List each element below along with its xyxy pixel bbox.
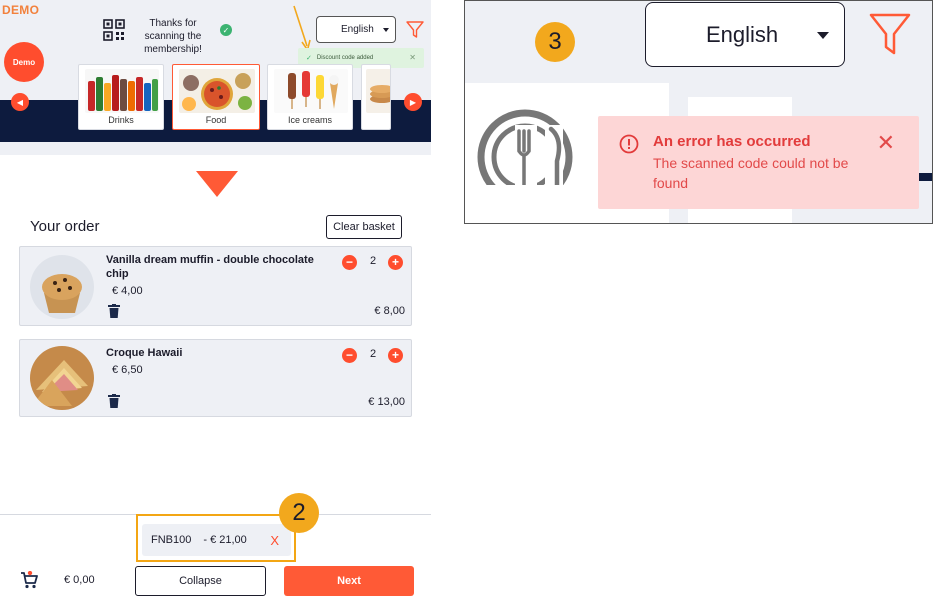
item-unit-price: € 4,00 bbox=[112, 285, 143, 297]
category-band bbox=[917, 173, 932, 181]
scroll-down-indicator bbox=[196, 171, 238, 197]
trash-icon[interactable] bbox=[108, 304, 120, 318]
clear-basket-button[interactable]: Clear basket bbox=[326, 215, 402, 239]
order-item-row: Croque Hawaii € 6,50 − 2 + € 13,00 bbox=[19, 339, 412, 417]
item-total: € 13,00 bbox=[368, 396, 405, 408]
language-select[interactable]: English bbox=[645, 2, 845, 67]
drinks-image bbox=[85, 69, 159, 113]
food-image bbox=[179, 69, 255, 113]
category-label: Ice creams bbox=[287, 115, 332, 125]
remove-coupon-button[interactable]: X bbox=[270, 533, 279, 548]
check-icon: ✓ bbox=[306, 55, 312, 62]
category-card-ice-creams[interactable]: Ice creams bbox=[267, 64, 353, 130]
step-badge-3: 3 bbox=[535, 22, 575, 62]
ice-creams-image bbox=[274, 69, 348, 113]
item-quantity: 2 bbox=[369, 348, 377, 360]
item-quantity: 2 bbox=[369, 255, 377, 267]
error-icon bbox=[619, 134, 639, 154]
category-card-food[interactable]: Food bbox=[172, 64, 260, 130]
language-select-value: English bbox=[341, 24, 374, 35]
close-icon[interactable]: ✕ bbox=[877, 132, 895, 154]
decrease-quantity-button[interactable]: − bbox=[342, 348, 357, 363]
cart-total: € 0,00 bbox=[64, 574, 95, 586]
carousel-next-button[interactable]: ▶ bbox=[404, 93, 422, 111]
carousel-prev-button[interactable]: ◀ bbox=[11, 93, 29, 111]
category-label: Food bbox=[205, 115, 227, 125]
collapse-button[interactable]: Collapse bbox=[135, 566, 266, 596]
error-message: The scanned code could not be found bbox=[653, 155, 849, 191]
step-badge-2: 2 bbox=[279, 493, 319, 533]
decrease-quantity-button[interactable]: − bbox=[342, 255, 357, 270]
coupon-discount: - € 21,00 bbox=[203, 534, 247, 546]
category-label: Drinks bbox=[108, 115, 134, 125]
category-card-drinks[interactable]: Drinks bbox=[78, 64, 164, 130]
error-title: An error has occurred bbox=[653, 133, 811, 150]
toast-message: Discount code added bbox=[316, 55, 374, 61]
plate-cutlery-icon bbox=[477, 109, 573, 185]
item-name: Vanilla dream muffin - double chocolate … bbox=[106, 254, 314, 280]
cart-icon[interactable] bbox=[20, 571, 38, 589]
zoom-callout: 3 English An error has occurred The scan… bbox=[464, 0, 933, 224]
coupon-chip: FNB100 - € 21,00 X bbox=[142, 524, 291, 556]
brand-label: DEMO bbox=[2, 3, 40, 17]
item-name: Croque Hawaii bbox=[106, 347, 183, 359]
order-item-row: Vanilla dream muffin - double chocolate … bbox=[19, 246, 412, 326]
order-title: Your order bbox=[30, 218, 100, 235]
qr-code-icon bbox=[103, 19, 125, 41]
error-toast: An error has occurred The scanned code c… bbox=[598, 116, 919, 209]
close-icon[interactable]: ✕ bbox=[409, 53, 416, 62]
scan-message: Thanks for scanning the membership! bbox=[144, 18, 202, 55]
callout-arrow bbox=[293, 5, 311, 52]
croque-image bbox=[30, 346, 94, 410]
increase-quantity-button[interactable]: + bbox=[388, 255, 403, 270]
item-unit-price: € 6,50 bbox=[112, 364, 143, 376]
coupon-code: FNB100 bbox=[151, 534, 192, 546]
pancakes-image bbox=[366, 69, 390, 113]
muffin-image bbox=[30, 255, 94, 319]
chevron-down-icon bbox=[817, 32, 829, 39]
demo-logo: Demo bbox=[4, 42, 44, 82]
filter-icon[interactable] bbox=[869, 13, 911, 57]
language-select-value: English bbox=[706, 21, 779, 47]
next-button[interactable]: Next bbox=[284, 566, 414, 596]
language-select[interactable]: English bbox=[316, 16, 396, 43]
trash-icon[interactable] bbox=[108, 394, 120, 408]
item-total: € 8,00 bbox=[374, 305, 405, 317]
increase-quantity-button[interactable]: + bbox=[388, 348, 403, 363]
filter-icon[interactable] bbox=[405, 20, 425, 40]
check-circle-icon: ✓ bbox=[220, 24, 232, 36]
kiosk-screen: DEMO Demo Thanks for scanning the member… bbox=[0, 0, 431, 604]
category-card-more[interactable] bbox=[361, 64, 391, 130]
chevron-down-icon bbox=[383, 28, 389, 32]
